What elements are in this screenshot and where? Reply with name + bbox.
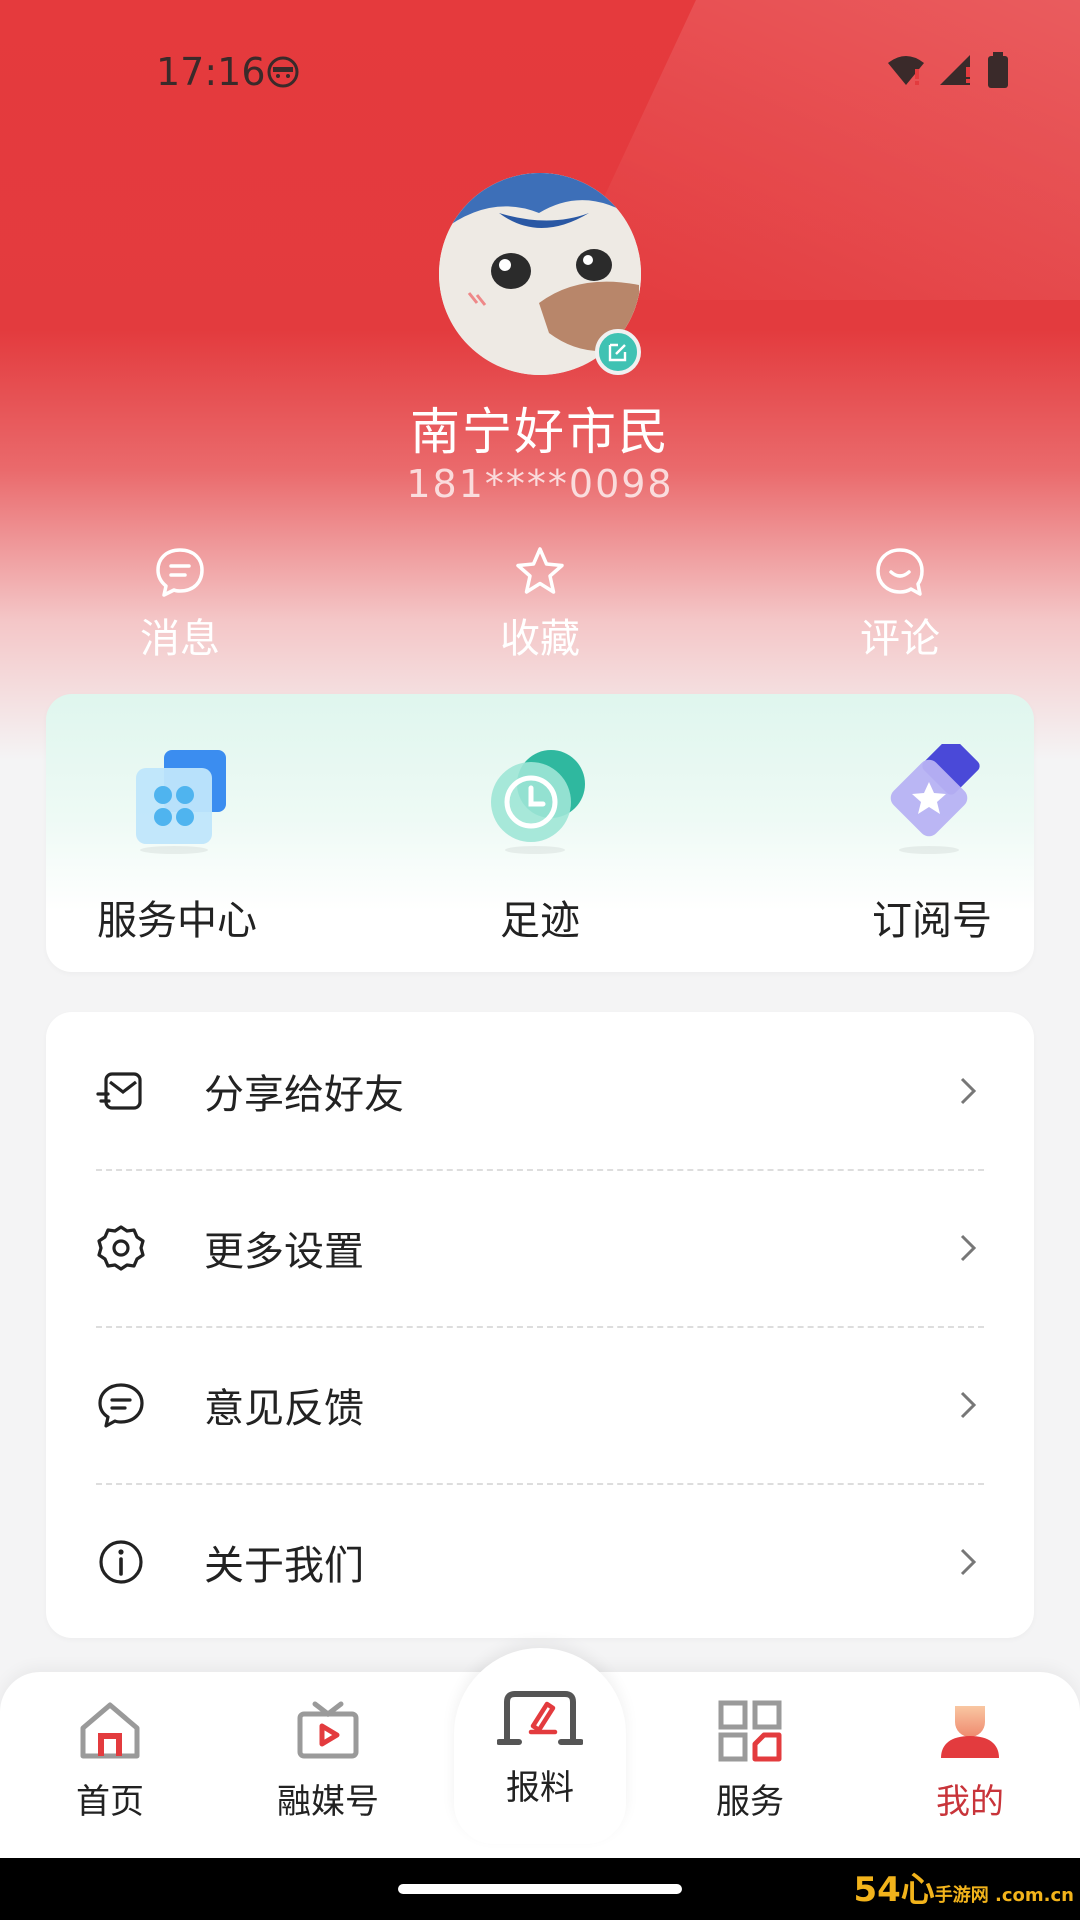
quick-action-label: 收藏 [500,616,580,662]
feedback-icon [98,1382,144,1428]
report-icon [497,1691,583,1745]
phone-number: 181****0098 [406,462,674,506]
grid-icon [718,1700,782,1762]
feature-label: 订阅号 [872,898,992,944]
feature-label: 服务中心 [97,898,257,944]
home-indicator[interactable] [398,1884,682,1894]
chevron-right-icon [960,1548,977,1575]
menu-label: 更多设置 [204,1228,364,1275]
edit-icon [608,343,627,362]
comment-icon [876,548,924,596]
menu-item-about[interactable]: 关于我们 [46,1483,1034,1640]
feature-card: 服务中心 足迹 订阅号 [46,694,1034,972]
watermark-text: 54心 [853,1870,935,1910]
star-icon [516,547,564,594]
footprint-clock-icon [491,750,585,854]
edit-avatar-button[interactable] [595,329,641,375]
menu-label: 分享给好友 [204,1071,404,1118]
status-icons [886,52,1010,88]
quick-action-comments[interactable]: 评论 [800,544,1000,664]
tv-icon [297,1701,359,1759]
share-icon [96,1071,142,1110]
signal-icon [940,55,970,85]
user-icon [941,1706,999,1758]
service-center-icon [136,750,226,854]
settings-menu: 分享给好友 更多设置 意见反馈 关于我们 [46,1012,1034,1638]
tab-label: 首页 [76,1782,144,1822]
tab-label: 服务 [716,1782,784,1822]
message-icon [156,548,204,597]
quick-action-label: 消息 [140,616,220,662]
tab-services[interactable]: 服务 [670,1700,830,1823]
menu-item-feedback[interactable]: 意见反馈 [46,1326,1034,1483]
chevron-right-icon [960,1077,977,1104]
tab-label: 我的 [936,1782,1004,1822]
battery-icon [988,52,1008,88]
subscription-icon [890,737,980,854]
menu-label: 关于我们 [204,1542,364,1589]
feature-subscription[interactable]: 订阅号 [864,737,1000,946]
tab-label: 报料 [506,1768,574,1808]
menu-label: 意见反馈 [204,1385,364,1432]
feature-footprint[interactable]: 足迹 [480,744,600,946]
feature-service-center[interactable]: 服务中心 [92,744,262,946]
tab-home[interactable]: 首页 [30,1700,190,1823]
status-time: 17:16 [156,50,266,94]
info-icon [99,1539,143,1584]
home-icon [80,1702,140,1759]
wifi-icon [888,56,924,85]
nickname[interactable]: 南宁好市民 [0,392,1080,464]
quick-action-favorites[interactable]: 收藏 [440,544,640,664]
gear-icon [97,1224,145,1271]
quick-action-label: 评论 [860,616,940,662]
tab-media[interactable]: 融媒号 [248,1700,408,1823]
menu-item-settings[interactable]: 更多设置 [46,1169,1034,1326]
app-notification-icon [267,56,299,88]
tab-mine[interactable]: 我的 [890,1700,1050,1823]
watermark-sub: 手游网 .com.cn [934,1885,1074,1906]
chevron-right-icon [960,1234,977,1261]
tab-report[interactable]: 报料 [454,1648,626,1844]
feature-label: 足迹 [500,898,580,944]
watermark: 54心手游网 .com.cn [853,1862,1074,1911]
chevron-right-icon [960,1391,977,1418]
status-bar: 17:16 [0,0,1080,140]
tab-label: 融媒号 [277,1782,379,1822]
menu-item-share[interactable]: 分享给好友 [46,1012,1034,1169]
quick-action-messages[interactable]: 消息 [80,544,280,664]
